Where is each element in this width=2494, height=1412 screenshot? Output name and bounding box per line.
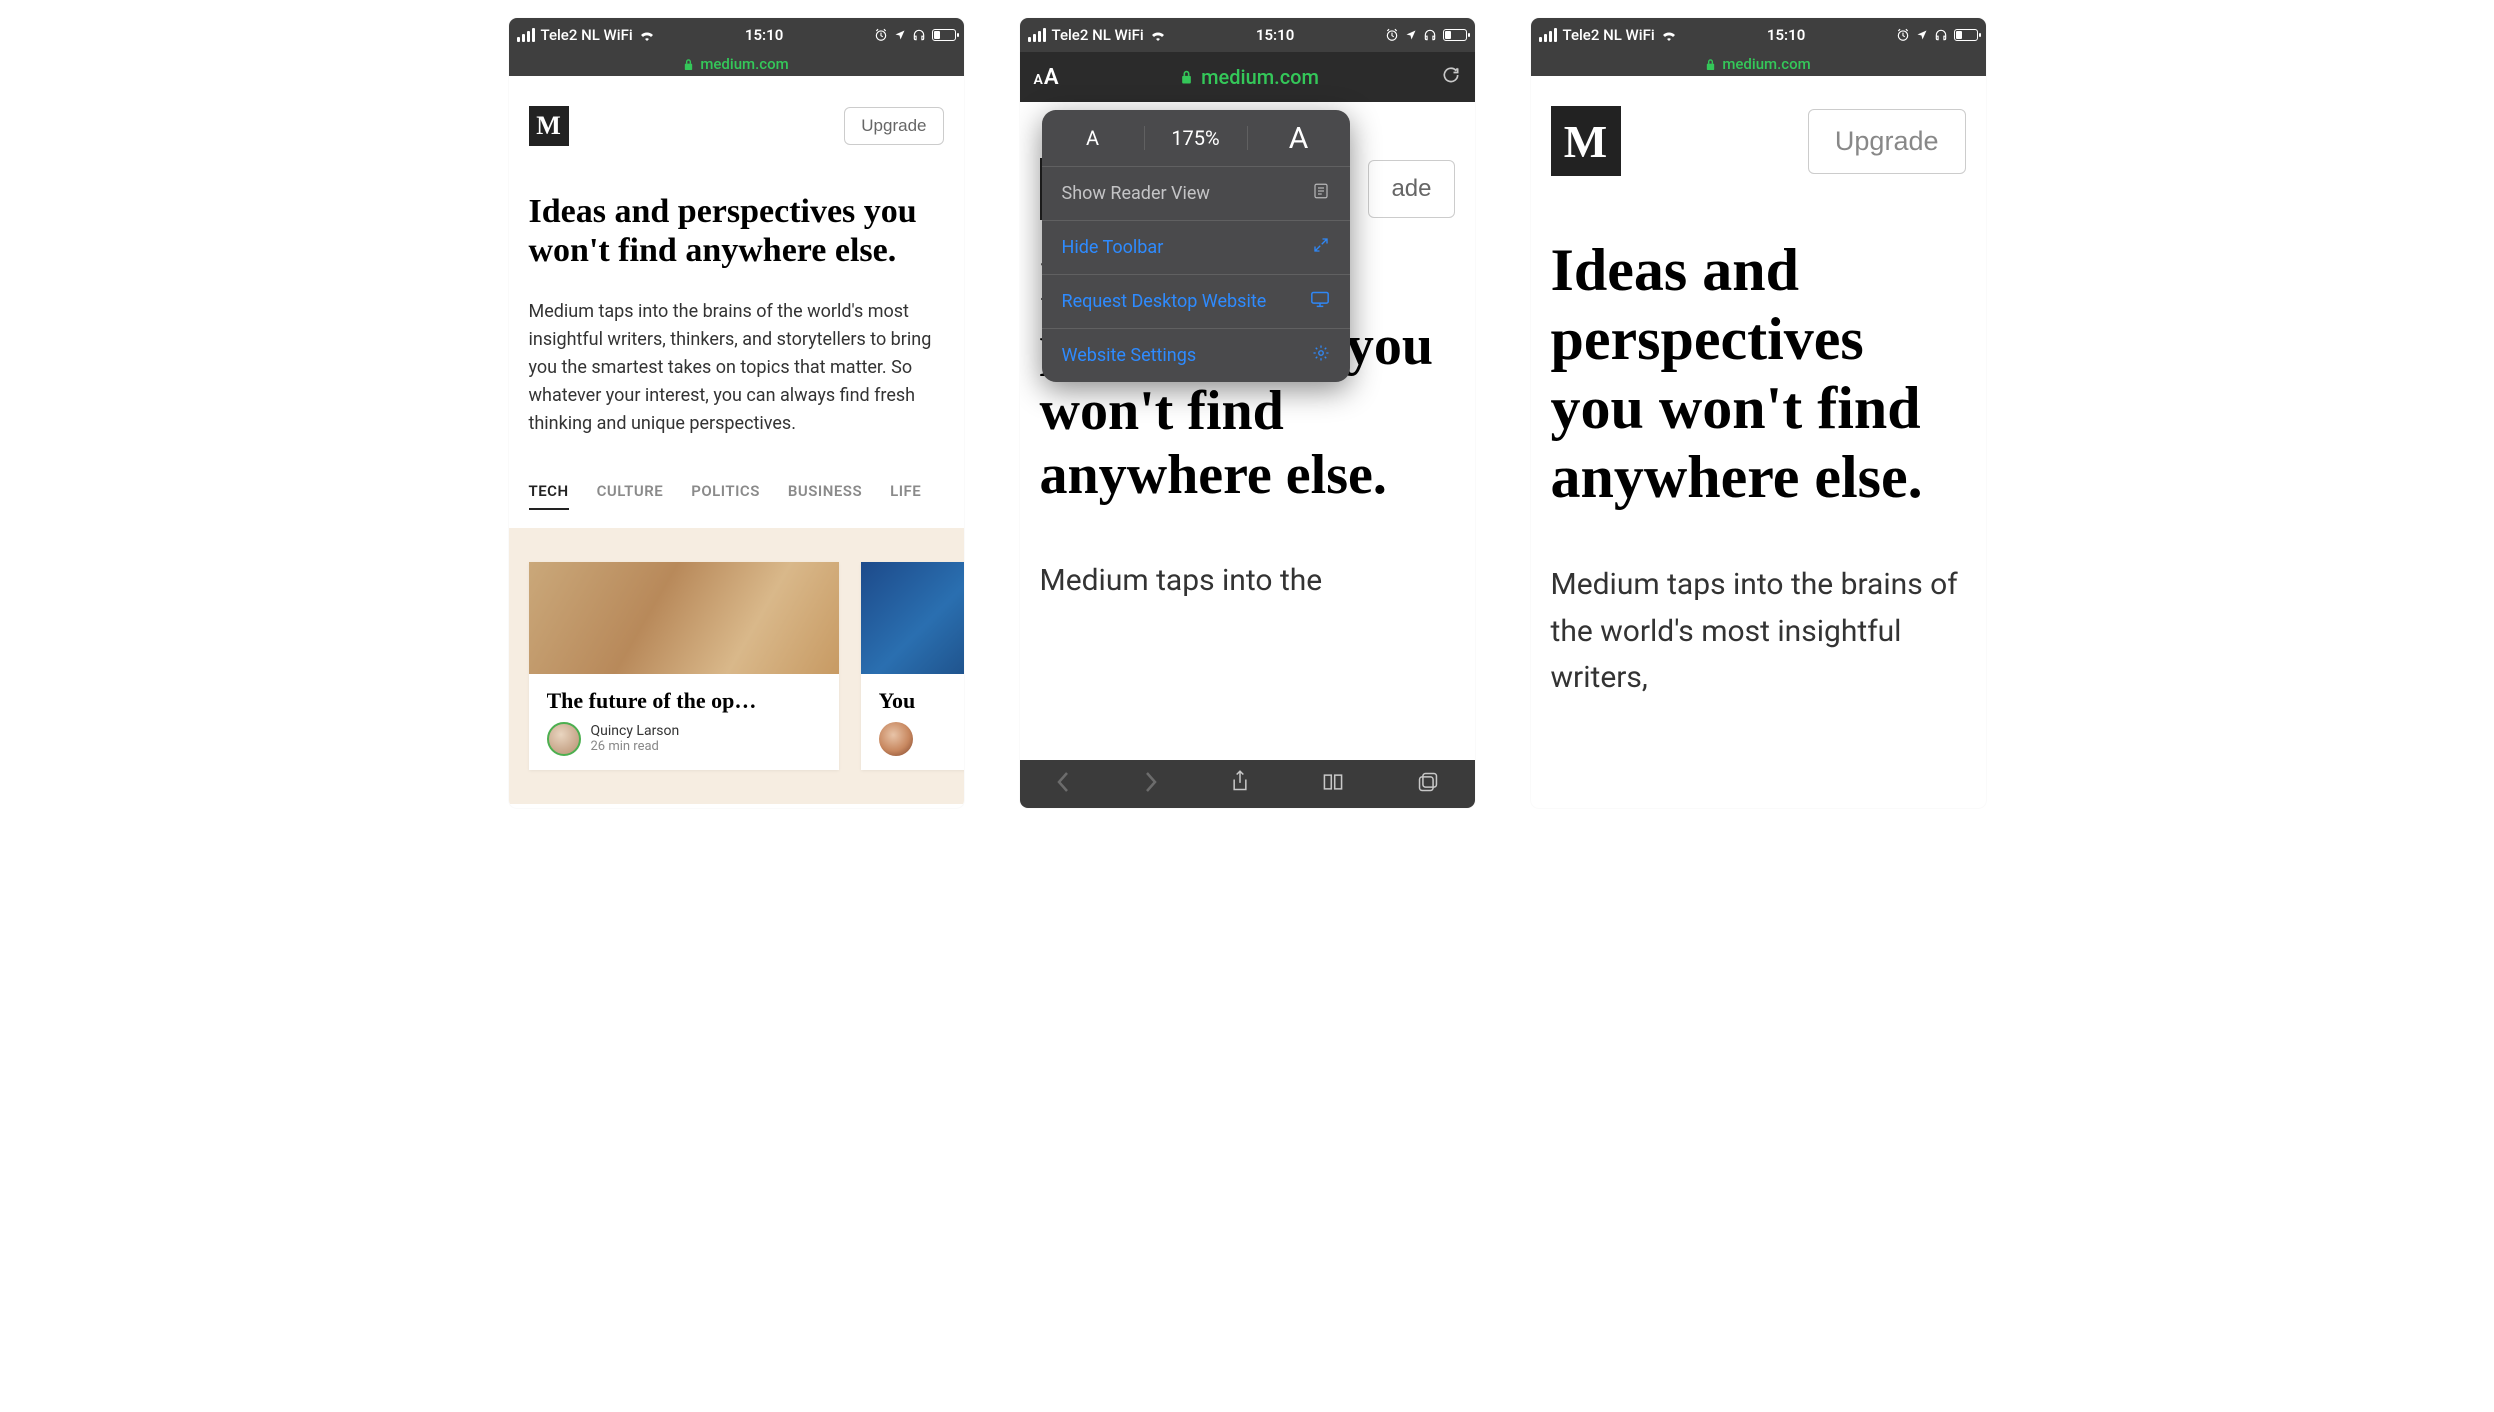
url-bar[interactable]: AA medium.com [1020, 52, 1475, 102]
upgrade-button[interactable]: Upgrade [844, 107, 943, 145]
tab-life[interactable]: LIFE [890, 482, 921, 510]
tab-business[interactable]: BUSINESS [788, 482, 862, 510]
zoom-level: 175% [1145, 126, 1248, 150]
carrier-label: Tele2 NL WiFi [541, 26, 633, 44]
tab-tech[interactable]: TECH [529, 482, 569, 510]
url-bar[interactable]: medium.com [1531, 52, 1986, 76]
battery-icon [1954, 29, 1978, 41]
url-bar[interactable]: medium.com [509, 52, 964, 76]
gear-icon [1312, 344, 1330, 367]
clock-time: 15:10 [1767, 26, 1805, 44]
carrier-label: Tele2 NL WiFi [1052, 26, 1144, 44]
page-subheading: Medium taps into the brains of the world… [1551, 562, 1966, 702]
signal-icon [1028, 28, 1046, 42]
category-tabs: TECH CULTURE POLITICS BUSINESS LIFE [529, 482, 944, 510]
url-domain: medium.com [1722, 55, 1810, 73]
upgrade-button[interactable]: ade [1368, 160, 1454, 218]
headphones-icon [1423, 28, 1437, 42]
back-button[interactable] [1055, 770, 1071, 798]
zoom-out-button[interactable]: A [1042, 126, 1145, 150]
lock-icon [1180, 69, 1193, 85]
page-headline: Ideas and perspectives you won't find an… [529, 192, 944, 270]
status-bar: Tele2 NL WiFi 15:10 [1531, 18, 1986, 52]
page-headline: Ideas and perspectives you won't find an… [1551, 236, 1966, 512]
wifi-icon [1150, 29, 1166, 41]
location-icon [1405, 29, 1417, 41]
author-avatar[interactable] [547, 722, 581, 756]
location-icon [1916, 29, 1928, 41]
medium-logo[interactable]: M [1551, 106, 1621, 176]
battery-icon [932, 29, 956, 41]
url-domain: medium.com [1201, 65, 1319, 89]
screenshot-3: Tele2 NL WiFi 15:10 medium.com M Upgrade… [1531, 18, 1986, 808]
desktop-icon [1310, 290, 1330, 313]
battery-icon [1443, 29, 1467, 41]
forward-button[interactable] [1143, 770, 1159, 798]
lock-icon [1705, 58, 1716, 71]
clock-time: 15:10 [745, 26, 783, 44]
screenshot-1: Tele2 NL WiFi 15:10 medium.com M Upgrade… [509, 18, 964, 808]
alarm-icon [874, 28, 888, 42]
article-image [529, 562, 839, 674]
share-button[interactable] [1230, 769, 1250, 799]
tab-culture[interactable]: CULTURE [597, 482, 664, 510]
headphones-icon [912, 28, 926, 42]
author-avatar[interactable] [879, 722, 913, 756]
clock-time: 15:10 [1256, 26, 1294, 44]
bookmarks-button[interactable] [1321, 771, 1345, 797]
text-size-popover: A 175% A Show Reader View Hide Toolbar R… [1042, 110, 1350, 382]
article-card[interactable]: You [861, 562, 964, 770]
request-desktop-website[interactable]: Request Desktop Website [1042, 274, 1350, 328]
article-card[interactable]: The future of the op… Quincy Larson 26 m… [529, 562, 839, 770]
article-strip[interactable]: The future of the op… Quincy Larson 26 m… [509, 528, 964, 804]
reader-icon [1312, 182, 1330, 205]
article-title: The future of the op… [547, 688, 821, 714]
page-subheading: Medium taps into the brains of the world… [529, 298, 944, 437]
safari-toolbar [1020, 760, 1475, 808]
text-size-control[interactable]: AA [1034, 65, 1059, 90]
tab-politics[interactable]: POLITICS [691, 482, 760, 510]
alarm-icon [1896, 28, 1910, 42]
read-time: 26 min read [591, 739, 680, 754]
carrier-label: Tele2 NL WiFi [1563, 26, 1655, 44]
signal-icon [517, 28, 535, 42]
headphones-icon [1934, 28, 1948, 42]
website-settings[interactable]: Website Settings [1042, 328, 1350, 382]
article-image [861, 562, 964, 674]
reload-icon[interactable] [1441, 65, 1461, 89]
alarm-icon [1385, 28, 1399, 42]
status-bar: Tele2 NL WiFi 15:10 [1020, 18, 1475, 52]
medium-logo[interactable]: M [529, 106, 569, 146]
wifi-icon [1661, 29, 1677, 41]
author-name: Quincy Larson [591, 723, 680, 739]
location-icon [894, 29, 906, 41]
zoom-in-button[interactable]: A [1248, 121, 1350, 156]
status-bar: Tele2 NL WiFi 15:10 [509, 18, 964, 52]
tabs-button[interactable] [1417, 771, 1439, 797]
article-title: You [879, 688, 964, 714]
screenshot-2: Tele2 NL WiFi 15:10 AA medium.com M ade … [1020, 18, 1475, 808]
lock-icon [683, 58, 694, 71]
signal-icon [1539, 28, 1557, 42]
hide-toolbar[interactable]: Hide Toolbar [1042, 220, 1350, 274]
expand-icon [1312, 236, 1330, 259]
wifi-icon [639, 29, 655, 41]
page-subheading: Medium taps into the [1040, 558, 1455, 605]
show-reader-view[interactable]: Show Reader View [1042, 166, 1350, 220]
upgrade-button[interactable]: Upgrade [1808, 109, 1966, 174]
url-domain: medium.com [700, 55, 788, 73]
